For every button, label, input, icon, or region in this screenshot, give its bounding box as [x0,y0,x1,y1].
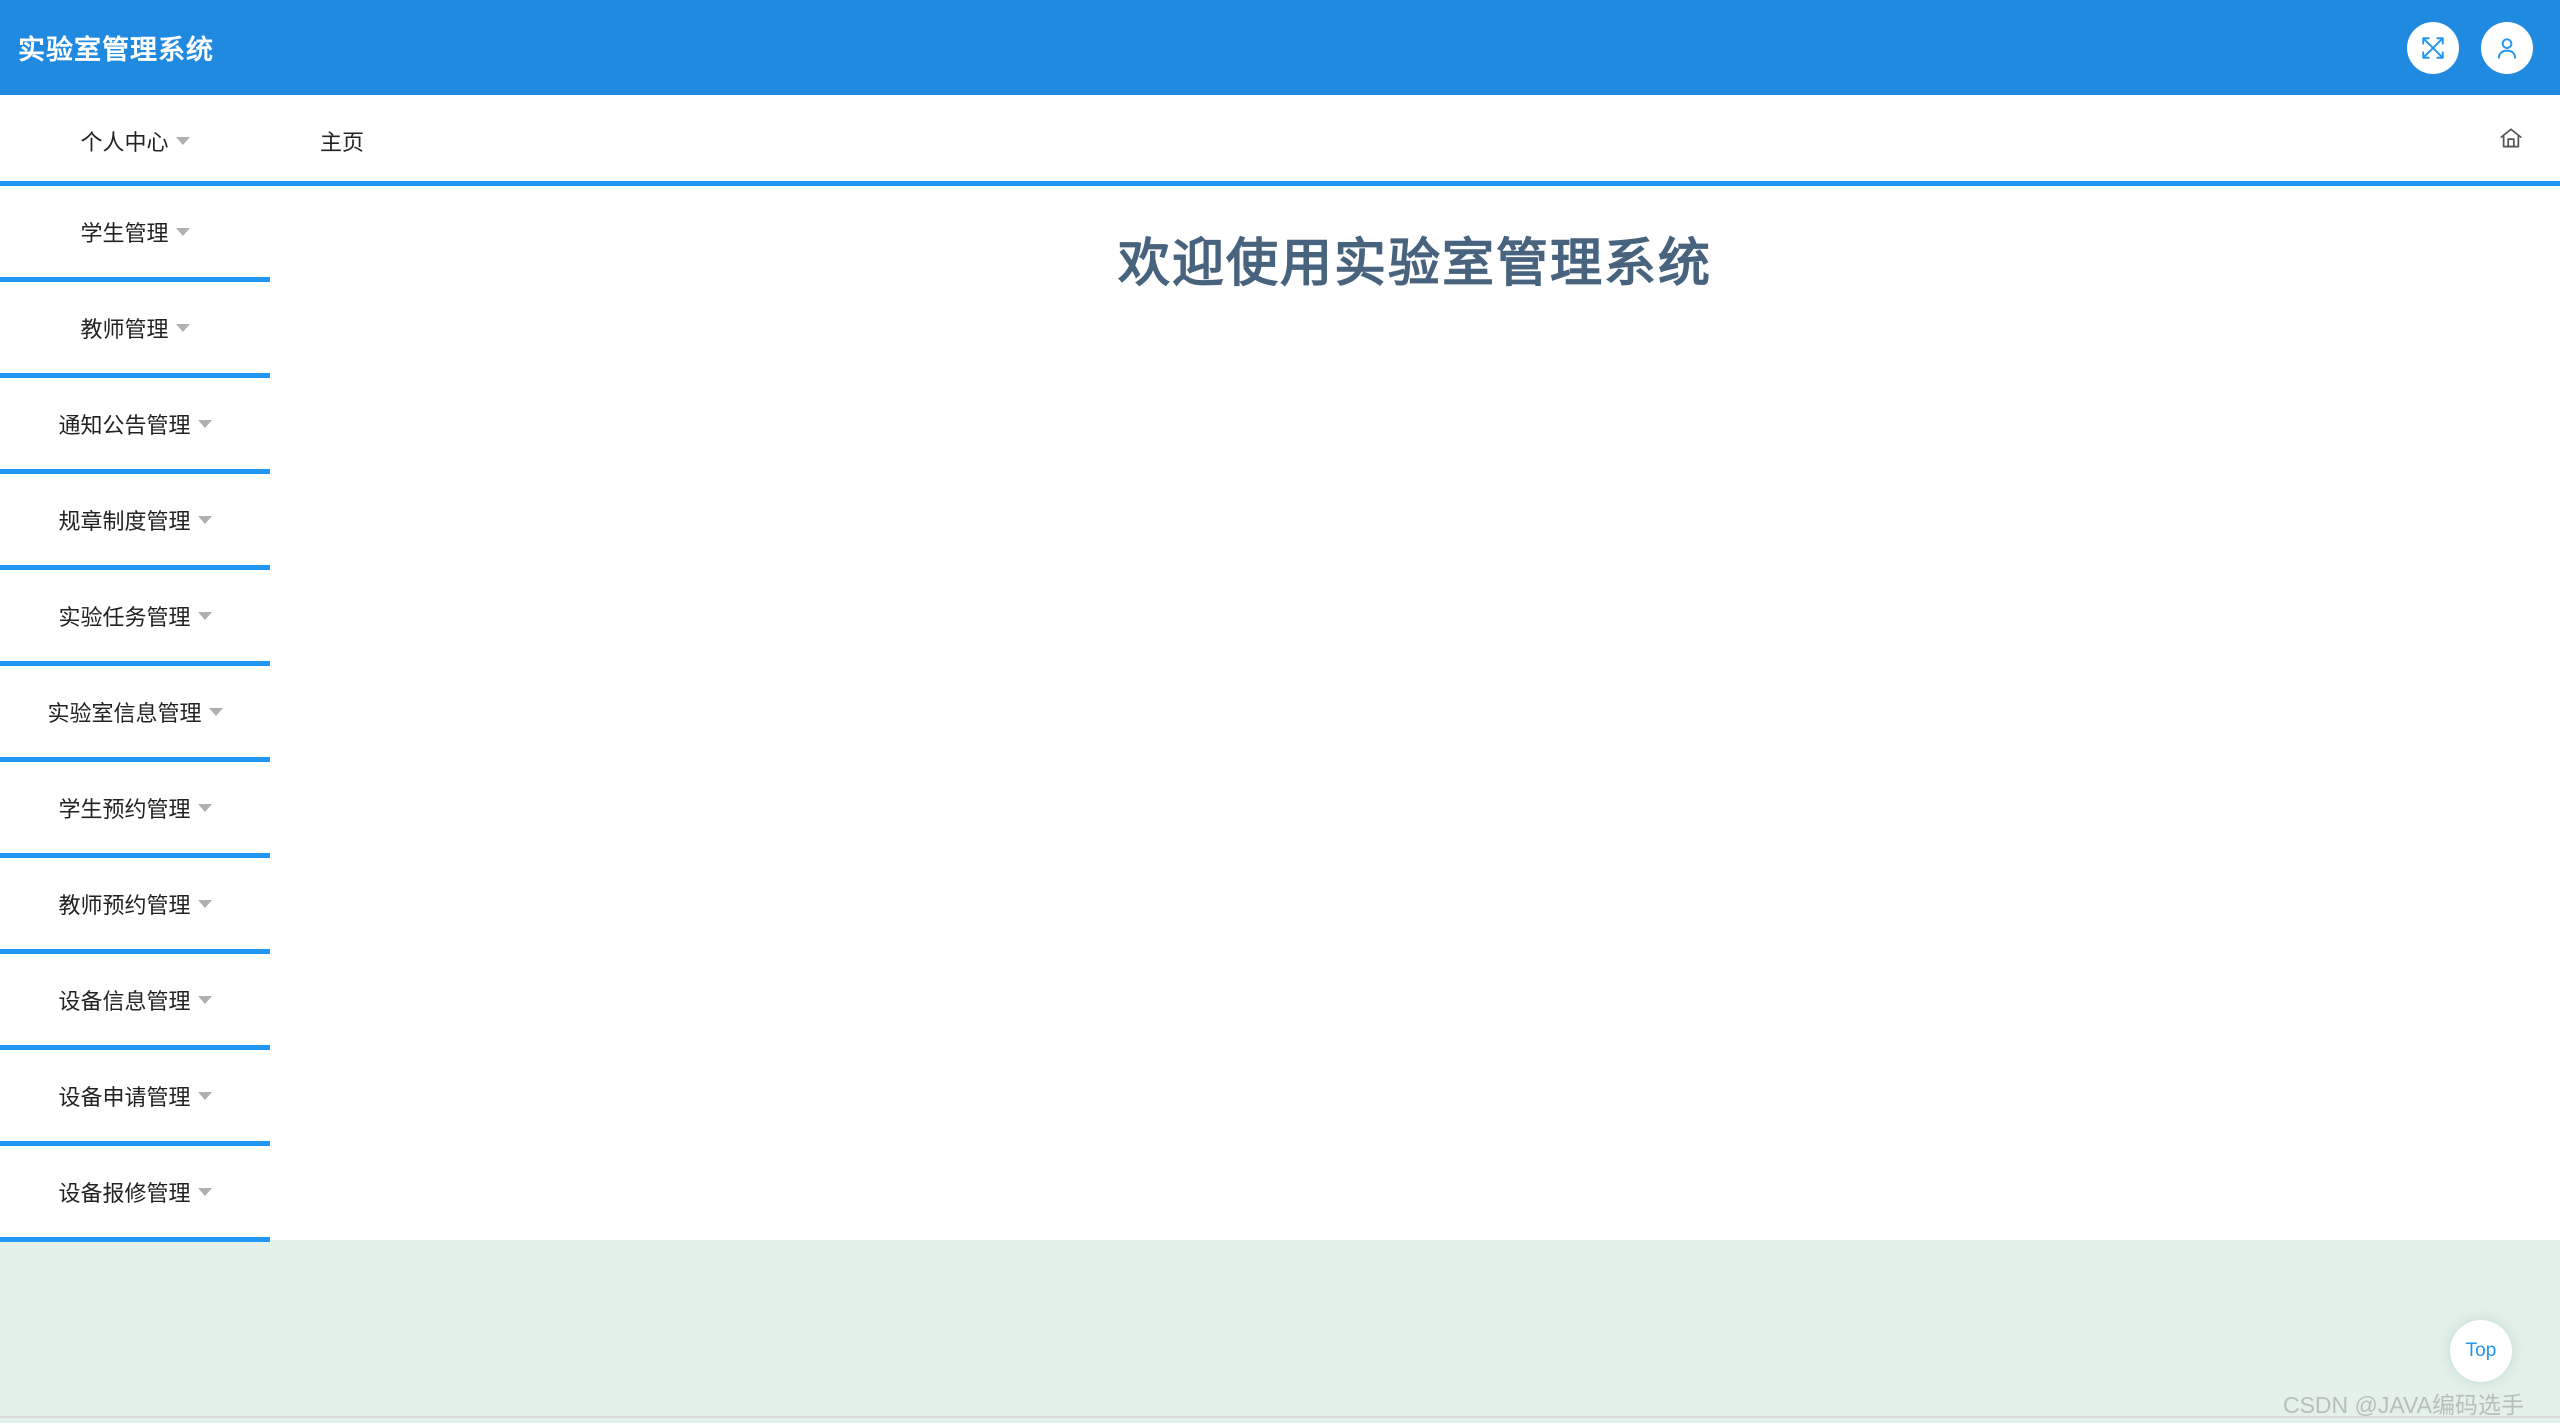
sidebar-item-9[interactable]: 设备申请管理 [0,1050,270,1146]
chevron-down-icon [175,323,190,332]
chevron-down-icon [197,419,212,428]
sidebar-item-label: 规章制度管理 [58,508,191,534]
sidebar-item-1[interactable]: 教师管理 [0,282,270,378]
sidebar-item-4[interactable]: 实验任务管理 [0,570,270,666]
sidebar-item-10[interactable]: 设备报修管理 [0,1146,270,1242]
app-header: 实验室管理系统 [0,0,2560,95]
sidebar-item-0[interactable]: 学生管理 [0,186,270,282]
sidebar-item-2[interactable]: 通知公告管理 [0,378,270,474]
chevron-down-icon [208,707,223,716]
sidebar-item-label: 通知公告管理 [58,412,191,438]
chevron-down-icon [197,1187,212,1196]
sidebar-item-label: 设备信息管理 [58,988,191,1014]
chevron-down-icon [197,1091,212,1100]
sidebar-item-label: 实验室信息管理 [47,700,202,726]
tab-home[interactable]: 主页 [320,125,364,157]
chevron-down-icon [175,136,190,145]
welcome-heading: 欢迎使用实验室管理系统 [1117,235,1712,293]
home-button[interactable] [2498,125,2524,156]
sidebar-item-3[interactable]: 规章制度管理 [0,474,270,570]
sidebar-menu: 学生管理教师管理通知公告管理 规章制度管理 实验任务管理 实验室信息管理 学生预约管理教… [0,186,270,1242]
sidebar-item-label: 学生管理 [80,220,169,246]
tab-bar: 个人中心 主页 [0,95,2560,186]
sidebar-item-label: 设备报修管理 [58,1180,191,1206]
user-avatar-icon [2494,35,2520,61]
chevron-down-icon [197,995,212,1004]
chevron-down-icon [197,515,212,524]
bottom-divider [0,1416,2560,1418]
sidebar-item-8[interactable]: 设备信息管理 [0,954,270,1050]
fullscreen-button[interactable] [2407,21,2459,74]
chevron-down-icon [197,611,212,620]
sidebar-item-label: 教师预约管理 [58,892,191,918]
app-title: 实验室管理系统 [18,35,214,65]
chevron-down-icon [197,803,212,812]
sidebar-item-label: 学生预约管理 [58,796,191,822]
fullscreen-icon [2420,35,2446,61]
sidebar-item-label: 设备申请管理 [58,1084,191,1110]
watermark-text: CSDN @JAVA编码选手 [2282,1392,2524,1418]
sidebar-item-5[interactable]: 实验室信息管理 [0,666,270,762]
footer-area [0,1240,2560,1423]
home-icon [2498,125,2524,156]
sidebar-item-label: 教师管理 [80,316,169,342]
user-center-label: 个人中心 [80,129,169,155]
user-center-menu[interactable]: 个人中心 [0,125,270,157]
main-content: 欢迎使用实验室管理系统 [270,191,2560,1240]
sidebar-item-7[interactable]: 教师预约管理 [0,858,270,954]
sidebar-item-6[interactable]: 学生预约管理 [0,762,270,858]
header-actions [2407,21,2533,74]
user-account-button[interactable] [2481,21,2533,74]
sidebar-item-label: 实验任务管理 [58,604,191,630]
chevron-down-icon [175,227,190,236]
scroll-to-top-button[interactable]: Top [2450,1320,2512,1382]
chevron-down-icon [197,899,212,908]
